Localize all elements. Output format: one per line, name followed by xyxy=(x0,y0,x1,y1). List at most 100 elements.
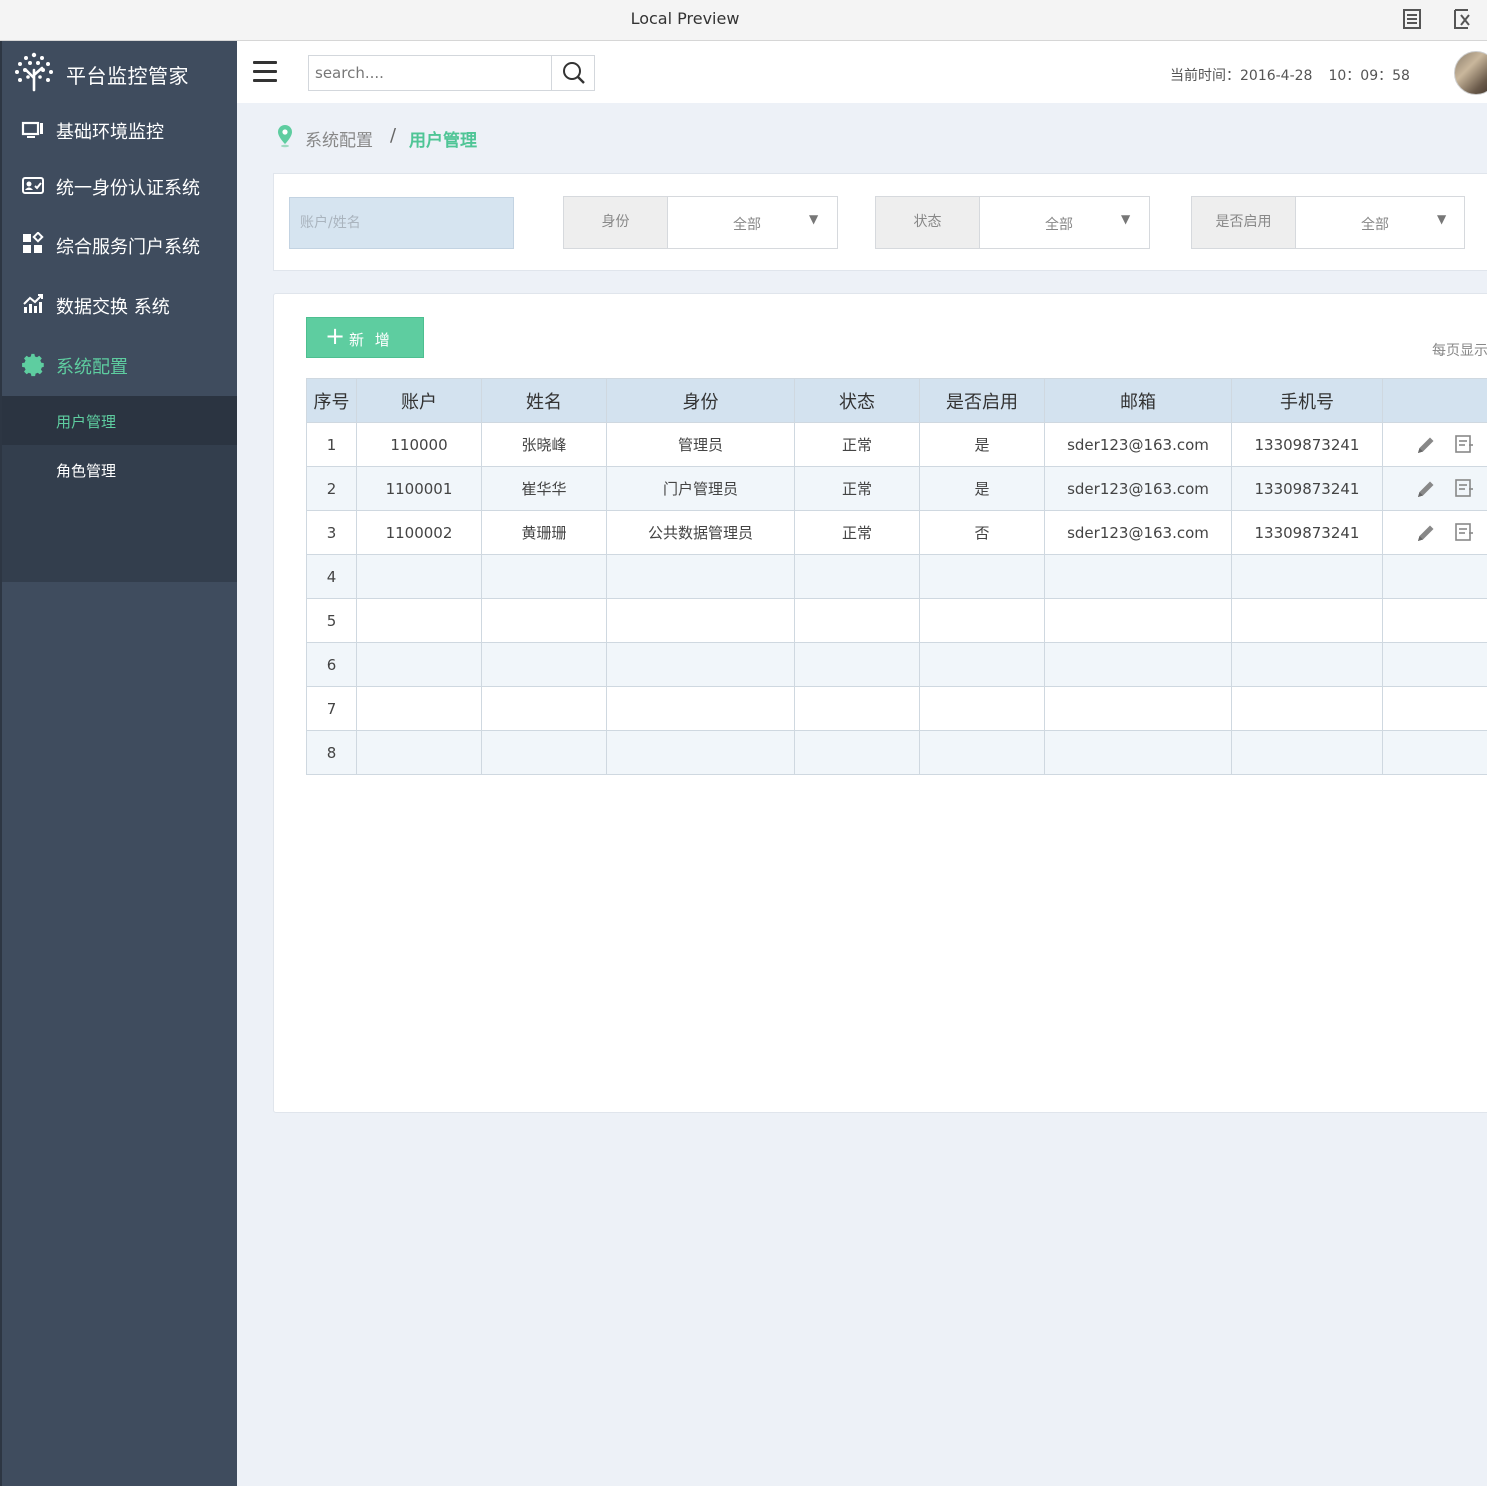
table-cell xyxy=(481,642,607,687)
table-cell xyxy=(606,730,795,775)
sidebar-item-identity-auth[interactable]: 统一身份认证系统 xyxy=(2,157,237,215)
table-cell xyxy=(919,598,1045,643)
sidebar-item-label: 综合服务门户系统 xyxy=(56,237,200,258)
table-row[interactable]: 7 xyxy=(306,686,1487,731)
window-title: Local Preview xyxy=(630,9,740,28)
detail-list-icon[interactable] xyxy=(1453,434,1475,456)
close-window-icon[interactable] xyxy=(1452,8,1474,30)
submenu-item-user-management[interactable]: 用户管理 xyxy=(2,396,237,445)
table-cell xyxy=(606,598,795,643)
row-actions xyxy=(1382,686,1487,731)
table-cell xyxy=(356,598,482,643)
table-cell xyxy=(794,686,920,731)
table-cell: 3 xyxy=(306,510,357,555)
column-header xyxy=(1382,378,1487,423)
column-header: 姓名 xyxy=(481,378,607,423)
table-cell xyxy=(356,554,482,599)
monitor-icon xyxy=(21,117,45,141)
table-cell xyxy=(481,686,607,731)
account-name-search-input[interactable] xyxy=(289,197,514,249)
status-filter-select[interactable]: 全部 ▼ xyxy=(981,197,1149,248)
table-cell xyxy=(919,554,1045,599)
row-actions xyxy=(1382,642,1487,687)
search-button[interactable] xyxy=(551,56,594,90)
column-header: 邮箱 xyxy=(1044,378,1232,423)
role-filter-value: 全部 xyxy=(733,217,761,233)
table-cell xyxy=(1231,686,1383,731)
table-cell xyxy=(481,730,607,775)
table-cell xyxy=(794,598,920,643)
edit-pencil-icon[interactable] xyxy=(1415,478,1437,500)
add-user-button-label: 新 增 xyxy=(349,331,393,349)
table-cell xyxy=(1044,642,1232,687)
chevron-down-icon: ▼ xyxy=(809,212,819,226)
table-cell xyxy=(481,598,607,643)
current-time-date: 当前时间：2016-4-28 xyxy=(1170,68,1313,84)
enabled-filter-select[interactable]: 全部 ▼ xyxy=(1297,197,1464,248)
table-cell xyxy=(1044,730,1232,775)
search-box xyxy=(308,55,595,91)
table-cell: 4 xyxy=(306,554,357,599)
search-icon xyxy=(563,62,585,84)
table-row[interactable]: 8 xyxy=(306,730,1487,775)
plus-icon: + xyxy=(325,322,346,350)
sidebar-item-label: 统一身份认证系统 xyxy=(56,178,200,199)
sidebar-item-infra-monitor[interactable]: 基础环境监控 xyxy=(2,101,237,159)
table-row[interactable]: 5 xyxy=(306,598,1487,643)
table-cell: 13309873241 xyxy=(1231,466,1383,511)
apps-grid-icon xyxy=(21,231,45,256)
table-cell xyxy=(794,554,920,599)
table-cell: sder123@163.com xyxy=(1044,422,1232,467)
table-cell: 7 xyxy=(306,686,357,731)
table-cell: 1100001 xyxy=(356,466,482,511)
breadcrumb-parent[interactable]: 系统配置 xyxy=(305,126,373,151)
row-actions xyxy=(1382,422,1487,467)
status-filter-label: 状态 xyxy=(876,197,980,248)
table-cell xyxy=(606,642,795,687)
avatar[interactable] xyxy=(1454,51,1487,95)
breadcrumb-separator: / xyxy=(390,125,397,146)
add-user-button[interactable]: + 新 增 xyxy=(306,317,424,358)
table-row[interactable]: 2 1100001 崔华华 门户管理员 正常是 sder123@163.com 133098… xyxy=(306,466,1487,511)
table-cell xyxy=(356,686,482,731)
column-header: 是否启用 xyxy=(919,378,1045,423)
table-row[interactable]: 1 110000 张晓峰 管理员 正常是 sder123@163.com 133098732… xyxy=(306,422,1487,467)
row-actions xyxy=(1382,466,1487,511)
brand[interactable]: 平台监控管家 xyxy=(2,41,237,103)
table-cell xyxy=(1044,686,1232,731)
role-filter-label: 身份 xyxy=(564,197,668,248)
edit-pencil-icon[interactable] xyxy=(1415,434,1437,456)
filter-panel: 身份 全部 ▼ 状态 全部 ▼ 是否启用 全部 ▼ xyxy=(273,173,1487,271)
table-cell: 公共数据管理员 xyxy=(606,510,795,555)
table-cell xyxy=(919,642,1045,687)
sidebar-item-label: 基础环境监控 xyxy=(56,122,164,143)
table-cell xyxy=(1231,598,1383,643)
row-actions xyxy=(1382,730,1487,775)
table-row[interactable]: 3 1100002 黄珊珊 公共数据管理员 正常否 sder123@163.com 1330… xyxy=(306,510,1487,555)
current-time-clock: 10：09：58 xyxy=(1328,68,1410,84)
window-titlebar: Local Preview xyxy=(0,0,1487,41)
table-cell: 2 xyxy=(306,466,357,511)
enabled-filter-value: 全部 xyxy=(1361,217,1389,233)
sidebar-item-data-exchange[interactable]: 数据交换 系统 xyxy=(2,276,237,334)
table-row[interactable]: 6 xyxy=(306,642,1487,687)
table-cell xyxy=(606,554,795,599)
table-row[interactable]: 4 xyxy=(306,554,1487,599)
sidebar-item-system-config[interactable]: 系统配置 xyxy=(2,336,237,394)
submenu-item-role-management[interactable]: 角色管理 xyxy=(2,445,237,494)
edit-pencil-icon[interactable] xyxy=(1415,522,1437,544)
detail-list-icon[interactable] xyxy=(1453,522,1475,544)
table-cell xyxy=(1231,642,1383,687)
search-input[interactable] xyxy=(309,56,552,90)
enabled-filter: 是否启用 全部 ▼ xyxy=(1191,196,1465,249)
table-cell: 是 xyxy=(919,466,1045,511)
sidebar-item-service-portal[interactable]: 综合服务门户系统 xyxy=(2,216,237,274)
table-cell: 正常 xyxy=(794,510,920,555)
table-cell: 6 xyxy=(306,642,357,687)
document-icon[interactable] xyxy=(1401,8,1423,30)
chevron-down-icon: ▼ xyxy=(1437,212,1447,226)
role-filter-select[interactable]: 全部 ▼ xyxy=(669,197,837,248)
menu-toggle-icon[interactable] xyxy=(253,61,279,83)
breadcrumb-current: 用户管理 xyxy=(409,131,477,151)
detail-list-icon[interactable] xyxy=(1453,478,1475,500)
